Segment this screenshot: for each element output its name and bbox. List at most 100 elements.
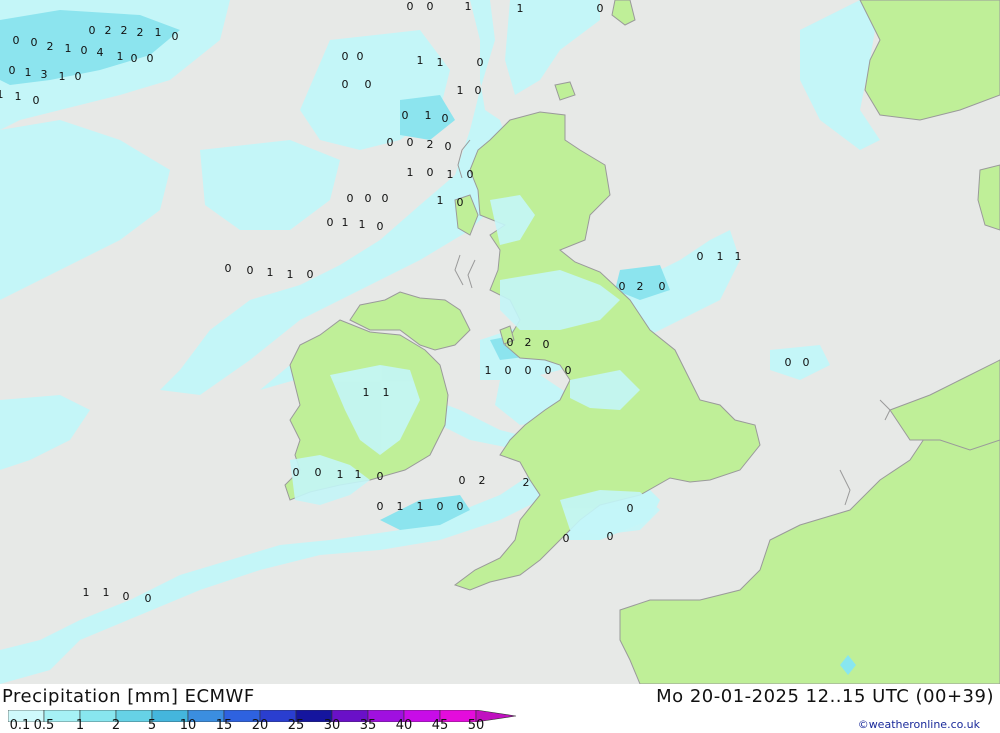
precip-value-label: 0 <box>427 166 434 179</box>
chart-title: Precipitation [mm] ECMWF <box>2 686 255 707</box>
precip-value-label: 0 <box>31 36 38 49</box>
legend-label: 25 <box>287 718 305 733</box>
precip-value-label: 1 <box>337 468 344 481</box>
precip-value-label: 1 <box>717 250 724 263</box>
precip-value-label: 0 <box>445 140 452 153</box>
precip-value-label: 0 <box>75 70 82 83</box>
precip-value-label: 0 <box>457 500 464 513</box>
precip-value-label: 0 <box>33 94 40 107</box>
precip-value-label: 2 <box>137 26 144 39</box>
precipitation-map: 0011002221000210410001310110001100010010… <box>0 0 1000 684</box>
precip-value-label: 0 <box>172 30 179 43</box>
precip-value-label: 0 <box>377 470 384 483</box>
precip-value-label: 0 <box>427 0 434 13</box>
precip-value-label: 0 <box>507 336 514 349</box>
precip-value-label: 0 <box>607 530 614 543</box>
precip-value-label: 0 <box>442 112 449 125</box>
precip-value-label: 0 <box>402 109 409 122</box>
precip-value-label: 0 <box>505 364 512 377</box>
precip-value-label: 2 <box>47 40 54 53</box>
legend-label: 40 <box>395 718 413 733</box>
precip-value-label: 0 <box>347 192 354 205</box>
precip-value-label: 0 <box>467 168 474 181</box>
legend-label: 35 <box>359 718 377 733</box>
precip-value-label: 1 <box>407 166 414 179</box>
precip-value-label: 2 <box>637 280 644 293</box>
precip-value-label: 1 <box>417 54 424 67</box>
precip-value-label: 0 <box>619 280 626 293</box>
precip-value-label: 1 <box>65 42 72 55</box>
precip-value-label: 0 <box>247 264 254 277</box>
precip-value-label: 0 <box>407 0 414 13</box>
precip-value-label: 1 <box>59 70 66 83</box>
valid-time: Mo 20-01-2025 12..15 UTC (00+39) <box>656 686 994 707</box>
precip-value-label: 0 <box>365 78 372 91</box>
precip-value-label: 0 <box>407 136 414 149</box>
precip-value-label: 1 <box>735 250 742 263</box>
precip-value-label: 2 <box>105 24 112 37</box>
precip-value-label: 1 <box>437 56 444 69</box>
legend-label: 15 <box>215 718 233 733</box>
precip-value-label: 2 <box>479 474 486 487</box>
precip-value-label: 0 <box>377 220 384 233</box>
precip-value-label: 0 <box>565 364 572 377</box>
legend-label: 1 <box>75 718 85 733</box>
precip-value-label: 1 <box>383 386 390 399</box>
precip-value-label: 0 <box>803 356 810 369</box>
precip-value-label: 0 <box>697 250 704 263</box>
credit-link[interactable]: ©weatheronline.co.uk <box>858 718 980 731</box>
precip-value-label: 1 <box>517 2 524 15</box>
precip-value-label: 0 <box>475 84 482 97</box>
precip-value-label: 1 <box>359 218 366 231</box>
precip-value-label: 1 <box>267 266 274 279</box>
precip-value-label: 1 <box>417 500 424 513</box>
legend-swatch <box>115 710 153 722</box>
precip-value-label: 0 <box>785 356 792 369</box>
precip-value-label: 0 <box>9 64 16 77</box>
precip-value-label: 0 <box>81 44 88 57</box>
precip-value-label: 0 <box>357 50 364 63</box>
precip-value-label: 0 <box>327 216 334 229</box>
precip-value-label: 2 <box>121 24 128 37</box>
precip-value-label: 0 <box>145 592 152 605</box>
legend-swatch <box>79 710 117 722</box>
precip-value-label: 0 <box>525 364 532 377</box>
precip-value-label: 1 <box>287 268 294 281</box>
precip-value-label: 3 <box>41 68 48 81</box>
precip-value-label: 0 <box>315 466 322 479</box>
precip-value-label: 1 <box>0 88 4 101</box>
scandinavia <box>859 0 1000 121</box>
precip-value-label: 0 <box>89 24 96 37</box>
legend-label: 5 <box>147 718 157 733</box>
precip-value-label: 0 <box>477 56 484 69</box>
legend-label: 30 <box>323 718 341 733</box>
precip-value-label: 0 <box>147 52 154 65</box>
precip-value-label: 0 <box>457 196 464 209</box>
precip-value-label: 1 <box>25 66 32 79</box>
precip-value-label: 1 <box>155 26 162 39</box>
precip-value-label: 0 <box>13 34 20 47</box>
precip-value-label: 4 <box>97 46 104 59</box>
precip-value-label: 0 <box>387 136 394 149</box>
precip-value-label: 0 <box>342 50 349 63</box>
legend-label: 0.5 <box>33 718 55 733</box>
legend-label: 10 <box>179 718 197 733</box>
legend-label: 45 <box>431 718 449 733</box>
precip-value-label: 0 <box>365 192 372 205</box>
legend-label: 50 <box>467 718 485 733</box>
precip-value-label: 1 <box>342 216 349 229</box>
legend-label: 0.1 <box>9 718 31 733</box>
precip-value-label: 0 <box>293 466 300 479</box>
precip-value-label: 0 <box>342 78 349 91</box>
precip-value-label: 1 <box>465 0 472 13</box>
precip-value-label: 2 <box>525 336 532 349</box>
precip-value-label: 0 <box>225 262 232 275</box>
precip-value-label: 0 <box>377 500 384 513</box>
precip-value-label: 2 <box>427 138 434 151</box>
legend-label: 20 <box>251 718 269 733</box>
precip-value-label: 1 <box>103 586 110 599</box>
footer: Precipitation [mm] ECMWF Mo 20-01-2025 1… <box>0 684 1000 733</box>
precip-value-label: 1 <box>83 586 90 599</box>
precip-value-label: 0 <box>563 532 570 545</box>
precip-value-label: 2 <box>523 476 530 489</box>
